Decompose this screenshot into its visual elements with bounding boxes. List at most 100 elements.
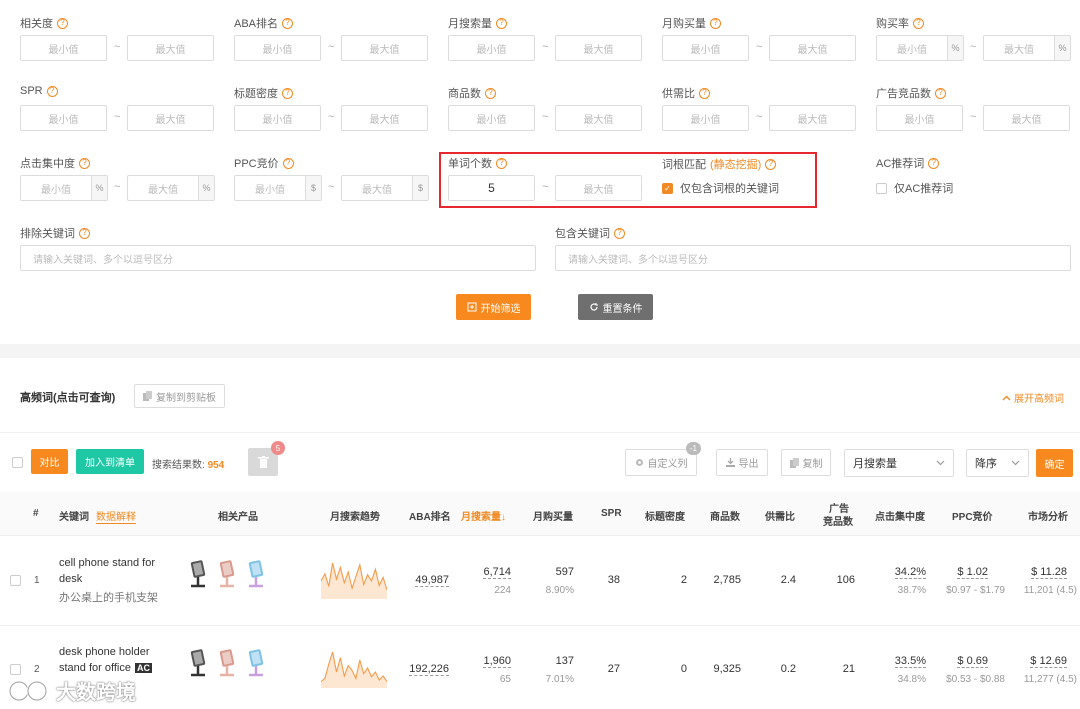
help-icon[interactable]: ? — [614, 227, 625, 239]
max-input[interactable]: 最大值 — [127, 35, 214, 61]
word-count-max-input[interactable]: 最大值 — [555, 175, 642, 201]
custom-columns-button[interactable]: 自定义列 -1 — [625, 442, 701, 476]
keyword-line2[interactable]: stand for office AC — [59, 662, 152, 674]
start-filter-button[interactable]: 开始筛选 — [456, 294, 531, 320]
sort-field-select[interactable]: 月搜索量 — [844, 449, 954, 477]
help-icon[interactable]: ? — [710, 17, 721, 29]
max-input[interactable]: 最大值 — [555, 105, 642, 131]
table-row[interactable]: 1 cell phone stand for desk 办公桌上的手机支架 49… — [0, 537, 1080, 626]
market-price[interactable]: $ 12.69 — [1030, 655, 1067, 668]
ac-checkbox-row[interactable]: 仅AC推荐词 — [876, 180, 953, 196]
aba-rank[interactable]: 49,987 — [415, 574, 449, 587]
word-count-min-input[interactable]: 5 — [448, 175, 535, 201]
max-input[interactable]: 最大值 — [769, 105, 856, 131]
ppc-max-input[interactable]: 最大值 — [341, 175, 413, 201]
col-ads-l2[interactable]: 竞品数 — [823, 513, 853, 528]
col-ppc[interactable]: PPC竞价 — [952, 508, 993, 523]
max-input[interactable]: 最大值 — [341, 35, 428, 61]
monthly-search[interactable]: 6,714 — [483, 566, 511, 579]
col-goods[interactable]: 商品数 — [710, 508, 740, 523]
keyword-line2[interactable]: desk — [59, 573, 82, 585]
min-input[interactable]: 最小值 — [662, 105, 749, 131]
help-icon[interactable]: ? — [282, 157, 294, 169]
help-icon[interactable]: ? — [79, 227, 90, 239]
help-icon[interactable]: ? — [765, 158, 777, 170]
col-aba[interactable]: ABA排名 — [409, 508, 451, 523]
help-icon[interactable]: ? — [699, 87, 710, 99]
col-keyword[interactable]: 关键词 — [59, 508, 89, 523]
checkbox-icon[interactable] — [876, 182, 887, 194]
help-icon[interactable]: ? — [496, 157, 507, 169]
help-icon[interactable]: ? — [46, 85, 58, 97]
max-input[interactable]: 最大值 — [555, 35, 642, 61]
min-input[interactable]: 最小值 — [876, 35, 948, 61]
help-icon[interactable]: ? — [496, 17, 507, 29]
delete-button[interactable]: 5 — [248, 441, 285, 476]
max-input[interactable]: 最大值 — [341, 105, 428, 131]
data-explain-link[interactable]: 数据解释 — [96, 508, 136, 524]
export-button[interactable]: 导出 — [716, 449, 768, 476]
col-supply-demand[interactable]: 供需比 — [765, 508, 795, 523]
min-input[interactable]: 最小值 — [234, 105, 321, 131]
product-thumbnail[interactable] — [186, 648, 214, 678]
select-all-checkbox[interactable] — [12, 457, 23, 468]
copy-button[interactable]: 复制 — [781, 449, 831, 476]
row-checkbox[interactable] — [10, 575, 21, 586]
help-icon[interactable]: ? — [913, 17, 924, 29]
col-click-conc[interactable]: 点击集中度 — [875, 508, 925, 523]
ppc-bid[interactable]: $ 1.02 — [957, 566, 988, 579]
product-thumbnail[interactable] — [186, 559, 214, 589]
max-input[interactable]: 最大值 — [769, 35, 856, 61]
ppc-bid[interactable]: $ 0.69 — [957, 655, 988, 668]
click-concentration[interactable]: 34.2% — [894, 566, 926, 579]
min-input[interactable]: 最小值 — [448, 105, 535, 131]
copy-clipboard-button[interactable]: 复制到剪贴板 — [134, 384, 225, 408]
click-conc-min-input[interactable]: 最小值 — [20, 175, 92, 201]
table-row[interactable]: 2 desk phone holder stand for office AC … — [0, 626, 1080, 709]
market-price[interactable]: $ 11.28 — [1031, 566, 1067, 579]
expand-hf-link[interactable]: 展开高频词 — [1002, 390, 1064, 405]
checkbox-checked-icon[interactable]: ✓ — [662, 182, 673, 194]
exclude-keywords-input[interactable]: 请输入关键词、多个以逗号区分 — [20, 245, 536, 271]
min-input[interactable]: 最小值 — [234, 35, 321, 61]
help-icon[interactable]: ? — [485, 87, 496, 99]
col-monthly-buy[interactable]: 月购买量 — [533, 508, 573, 523]
min-input[interactable]: 最小值 — [662, 35, 749, 61]
search-trend-sparkline[interactable] — [321, 648, 387, 688]
search-trend-sparkline[interactable] — [321, 559, 387, 599]
confirm-button[interactable]: 确定 — [1036, 449, 1073, 477]
help-icon[interactable]: ? — [282, 87, 293, 99]
click-conc-max-input[interactable]: 最大值 — [127, 175, 199, 201]
keyword-line1[interactable]: desk phone holder — [59, 646, 150, 658]
col-spr[interactable]: SPR — [601, 508, 622, 519]
ppc-min-input[interactable]: 最小值 — [234, 175, 306, 201]
min-input[interactable]: 最小值 — [876, 105, 963, 131]
include-keywords-input[interactable]: 请输入关键词、多个以逗号区分 — [555, 245, 1071, 271]
product-thumbnail[interactable] — [215, 559, 243, 589]
col-monthly-search[interactable]: 月搜索量↓ — [461, 508, 506, 523]
min-input[interactable]: 最小值 — [448, 35, 535, 61]
monthly-search[interactable]: 1,960 — [483, 655, 511, 668]
help-icon[interactable]: ? — [282, 17, 294, 29]
min-input[interactable]: 最小值 — [20, 105, 107, 131]
max-input[interactable]: 最大值 — [127, 105, 214, 131]
col-title-density[interactable]: 标题密度 — [645, 508, 685, 523]
root-match-checkbox-row[interactable]: ✓ 仅包含词根的关键词 — [662, 180, 779, 196]
compare-button[interactable]: 对比 — [31, 449, 68, 474]
min-input[interactable]: 最小值 — [20, 35, 107, 61]
product-thumbnail[interactable] — [244, 648, 272, 678]
max-input[interactable]: 最大值 — [983, 35, 1055, 61]
product-thumbnail[interactable] — [215, 648, 243, 678]
product-thumbnail[interactable] — [244, 559, 272, 589]
keyword-line1[interactable]: cell phone stand for — [59, 557, 155, 569]
reset-button[interactable]: 重置条件 — [578, 294, 653, 320]
help-icon[interactable]: ? — [928, 157, 940, 169]
max-input[interactable]: 最大值 — [983, 105, 1070, 131]
help-icon[interactable]: ? — [57, 17, 68, 29]
static-mining-link[interactable]: (静态挖掘) — [710, 156, 761, 172]
add-to-list-button[interactable]: 加入到清单 — [76, 449, 144, 474]
aba-rank[interactable]: 192,226 — [409, 663, 449, 676]
row-checkbox[interactable] — [10, 664, 21, 675]
sort-order-select[interactable]: 降序 — [966, 449, 1029, 477]
click-concentration[interactable]: 33.5% — [894, 655, 926, 668]
